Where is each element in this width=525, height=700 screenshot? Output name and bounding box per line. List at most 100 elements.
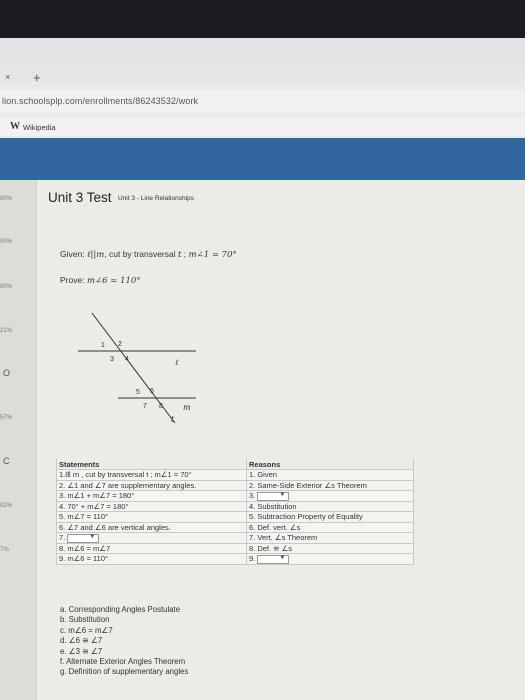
statement-cell: 8. m∠6 = m∠7	[56, 542, 247, 555]
angle-label-1: 1	[101, 342, 105, 349]
angle-label-2: 2	[118, 341, 122, 348]
new-tab-icon[interactable]: +	[33, 70, 41, 85]
reason-cell-text: 9.	[249, 554, 256, 564]
angle-label-3: 3	[110, 356, 114, 363]
answer-choices-list: a. Corresponding Angles Postulate b. Subs…	[60, 605, 188, 678]
reason-cell: 5. Subtraction Property of Equality	[246, 511, 414, 523]
close-tab-icon[interactable]: ×	[5, 72, 10, 82]
angle-label-7: 7	[143, 403, 147, 410]
answer-choice: c. m∠6 = m∠7	[60, 625, 113, 635]
wikipedia-icon[interactable]: W	[10, 121, 20, 132]
statement-cell-text: 4. 70° + m∠7 = 180°	[59, 501, 129, 511]
proof-row: 5. m∠7 = 110° 5. Subtraction Property of …	[56, 511, 414, 523]
statement-cell-text: 7.	[59, 533, 66, 543]
sidebar-progress-item[interactable]: 02%	[0, 503, 12, 509]
statement-cell: 3. m∠1 + m∠7 = 180°	[56, 490, 247, 502]
statement-cell-text: 8. m∠6 = m∠7	[59, 543, 111, 553]
page-subtitle: Unit 3 - Line Relationships	[118, 195, 194, 202]
sidebar-progress-item[interactable]: 00%	[0, 284, 12, 290]
statement-cell: 1.ℓ‖ m , cut by transversal t ; m∠1 = 70…	[56, 469, 247, 481]
proof-row: 9. m∠6 = 110° 9. ▼	[56, 553, 414, 565]
answer-choice: a. Corresponding Angles Postulate	[60, 605, 181, 614]
proof-row: 2. ∠1 and ∠7 are supplementary angles. 2.…	[56, 479, 414, 491]
angle-label-6: 6	[150, 388, 154, 395]
sidebar-progress-item[interactable]: 00%	[0, 239, 12, 245]
angle-label-8: 8	[159, 403, 163, 410]
given-label: Given:	[60, 249, 85, 259]
statement-cell: 4. 70° + m∠7 = 180°	[56, 500, 247, 512]
statement-cell-text: 6. ∠7 and ∠6 are vertical angles.	[59, 522, 171, 532]
answer-choice: f. Alternate Exterior Angles Theorem	[60, 656, 186, 666]
reason-cell: 8. Def. ≅ ∠s	[246, 542, 414, 555]
statement-cell-text: 5. m∠7 = 110°	[59, 512, 108, 522]
reason-cell: 9. ▼	[246, 553, 414, 565]
proof-row: 1.ℓ‖ m , cut by transversal t ; m∠1 = 70…	[56, 469, 414, 481]
proof-row: 4. 70° + m∠7 = 180° 4. Substitution	[56, 500, 414, 512]
sidebar-progress-item[interactable]: 21%	[0, 328, 12, 334]
answer-choice: b. Substitution	[60, 615, 110, 625]
dropdown-arrow-icon: ▼	[89, 533, 96, 540]
answer-dropdown[interactable]: ▼	[67, 533, 100, 543]
reason-cell-text: 3.	[249, 491, 256, 500]
reason-cell: 3. ▼	[246, 490, 414, 502]
reason-cell: 1. Given	[246, 469, 414, 481]
line-l-label: ℓ	[175, 358, 179, 367]
statement-cell: 6. ∠7 and ∠6 are vertical angles.	[56, 521, 247, 533]
prove-statement: Prove: m∠6 = 110°	[60, 275, 141, 286]
reason-cell: 6. Def. vert. ∠s	[246, 521, 414, 533]
sidebar-status-icon[interactable]: O	[3, 368, 10, 378]
reason-cell-text: 5. Subtraction Property of Equality	[249, 512, 363, 522]
sidebar-progress-item[interactable]: 00%	[0, 196, 12, 202]
line-m-label: m	[183, 403, 191, 412]
proof-row: 8. m∠6 = m∠7 8. Def. ≅ ∠s	[56, 542, 414, 555]
proof-table: Statements Reasons 1.ℓ‖ m , cut by trans…	[56, 459, 414, 565]
address-bar[interactable]: lion.schoolsplp.com/enrollments/86243532…	[0, 90, 525, 112]
reason-cell-text: 6. Def. vert. ∠s	[249, 522, 301, 532]
answer-choice: e. ∠3 ≅ ∠7	[60, 646, 103, 656]
proof-row: 3. m∠1 + m∠7 = 180° 3. ▼	[56, 490, 414, 502]
statement-cell-text: 3. m∠1 + m∠7 = 180°	[59, 491, 135, 501]
sidebar-progress-item[interactable]: 7%	[0, 547, 9, 553]
reason-cell-text: 4. Substitution	[249, 501, 297, 511]
proof-row: 6. ∠7 and ∠6 are vertical angles. 6. Def.…	[56, 521, 414, 533]
bookmarks-bar: W Wikipedia	[0, 118, 525, 136]
given-text: , cut by transversal	[104, 249, 176, 259]
given-parallel: ℓ||m	[86, 250, 105, 260]
given-statement: Given: ℓ||m, cut by transversal t ; m∠1 …	[60, 249, 237, 260]
statements-header: Statements	[56, 459, 247, 470]
reason-cell-text: 8. Def. ≅ ∠s	[249, 543, 293, 553]
reason-cell-text: 2. Same-Side Exterior ∠s Theorem	[249, 480, 367, 490]
progress-sidebar	[0, 180, 36, 700]
sidebar-status-icon[interactable]: C	[3, 456, 10, 466]
answer-choice: d. ∠6 ≅ ∠7	[60, 636, 103, 646]
statement-cell: 7. ▼	[56, 532, 247, 544]
proof-row: 7. ▼ 7. Vert. ∠s Theorem	[56, 532, 414, 544]
reason-cell: 7. Vert. ∠s Theorem	[246, 532, 414, 544]
given-separator: ;	[183, 249, 187, 259]
answer-dropdown[interactable]: ▼	[257, 554, 290, 564]
browser-tab-bar: × +	[0, 0, 525, 85]
answer-dropdown[interactable]: ▼	[257, 491, 290, 501]
prove-math: m∠6 = 110°	[86, 276, 141, 286]
given-angle: m∠1 = 70°	[188, 250, 237, 260]
reason-cell: 4. Substitution	[246, 500, 414, 512]
parallel-lines-diagram: 1 2 3 4 5 6 7 8 ℓ m t	[78, 312, 196, 424]
prove-label: Prove:	[60, 275, 85, 285]
dropdown-arrow-icon: ▼	[279, 554, 286, 561]
reason-cell: 2. Same-Side Exterior ∠s Theorem	[246, 479, 414, 491]
angle-label-5: 5	[136, 389, 140, 396]
bookmark-wikipedia[interactable]: Wikipedia	[23, 123, 56, 132]
statement-cell: 2. ∠1 and ∠7 are supplementary angles.	[56, 479, 247, 491]
answer-choice: g. Definition of supplementary angles	[60, 667, 189, 677]
reasons-header: Reasons	[246, 459, 414, 470]
statement-cell-text: 9. m∠6 = 110°	[59, 554, 108, 564]
statement-cell-text: 1.ℓ‖ m , cut by transversal t ; m∠1 = 70…	[59, 470, 192, 480]
page-title: Unit 3 Test	[48, 190, 112, 205]
statement-cell-text: 2. ∠1 and ∠7 are supplementary angles.	[59, 480, 197, 490]
site-header-bar	[0, 138, 525, 180]
statement-cell: 9. m∠6 = 110°	[56, 553, 247, 565]
sidebar-progress-item[interactable]: 57%	[0, 415, 12, 421]
statement-cell: 5. m∠7 = 110°	[56, 511, 247, 523]
angle-label-4: 4	[125, 356, 129, 363]
url-text[interactable]: lion.schoolsplp.com/enrollments/86243532…	[2, 96, 198, 106]
